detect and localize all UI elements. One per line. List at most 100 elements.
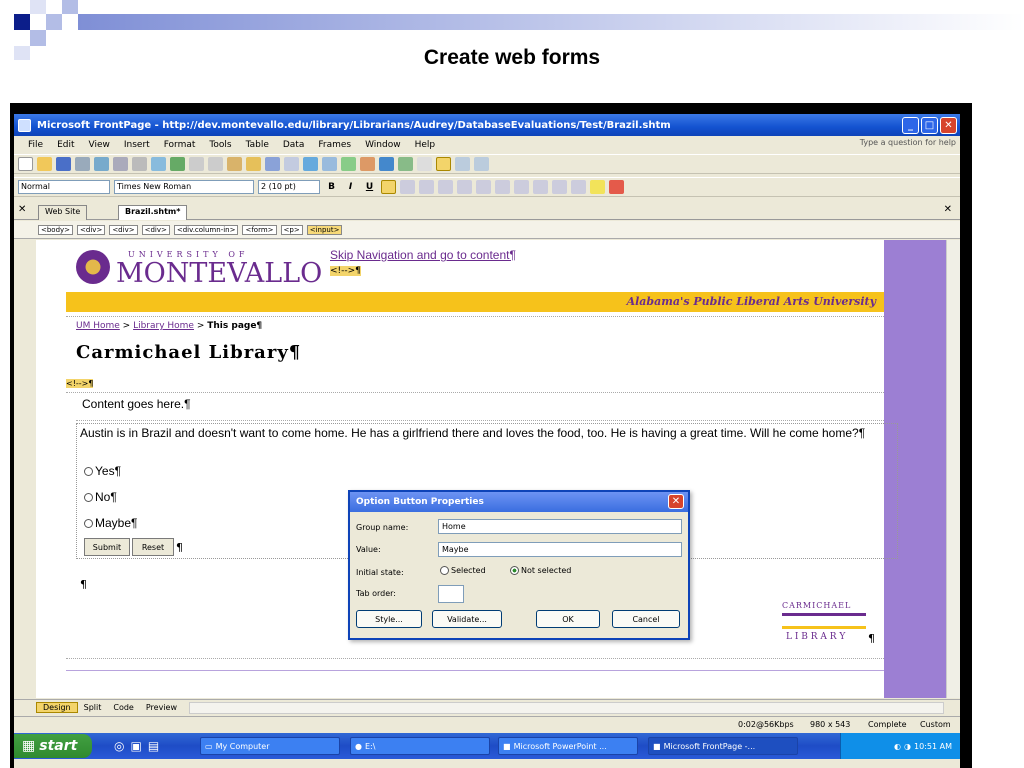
- menu-view[interactable]: View: [89, 140, 110, 150]
- tag-div[interactable]: <div>: [141, 224, 170, 235]
- help-icon[interactable]: [474, 157, 489, 171]
- highlight-color-icon[interactable]: [590, 180, 605, 194]
- align-right-icon[interactable]: [419, 180, 434, 194]
- ssi-include-tag[interactable]: <!-->¶: [66, 379, 94, 388]
- drawing-icon[interactable]: [360, 157, 375, 171]
- close-document-icon[interactable]: ✕: [944, 204, 952, 215]
- align-left-icon[interactable]: [381, 180, 396, 194]
- font-color-icon[interactable]: [609, 180, 624, 194]
- radio-yes-icon[interactable]: [84, 467, 93, 477]
- menu-edit[interactable]: Edit: [57, 140, 74, 150]
- submit-button[interactable]: Submit: [84, 538, 130, 556]
- insert-picture-icon[interactable]: [341, 157, 356, 171]
- ok-button[interactable]: OK: [536, 610, 600, 628]
- underline-button[interactable]: U: [362, 182, 377, 192]
- tag-input[interactable]: <input>: [306, 224, 343, 235]
- undo-icon[interactable]: [265, 157, 280, 171]
- menu-file[interactable]: File: [28, 140, 43, 150]
- design-view-button[interactable]: Design: [36, 702, 78, 713]
- maximize-button[interactable]: □: [921, 117, 938, 134]
- paste-icon[interactable]: [227, 157, 242, 171]
- close-button[interactable]: ✕: [940, 117, 957, 134]
- refresh-icon[interactable]: [398, 157, 413, 171]
- show-all-icon[interactable]: [436, 157, 451, 171]
- option-no[interactable]: No¶: [84, 490, 117, 504]
- menu-table[interactable]: Table: [246, 140, 269, 150]
- split-view-button[interactable]: Split: [78, 703, 108, 712]
- menu-tools[interactable]: Tools: [209, 140, 231, 150]
- preview-icon[interactable]: [151, 157, 166, 171]
- menu-help[interactable]: Help: [415, 140, 436, 150]
- radio-no-icon[interactable]: [84, 493, 93, 503]
- radio-checked-icon[interactable]: [510, 566, 519, 575]
- stop-icon[interactable]: [417, 157, 432, 171]
- style-select[interactable]: Normal: [18, 180, 110, 194]
- menu-window[interactable]: Window: [365, 140, 401, 150]
- quick-launch-desktop-icon[interactable]: ▣: [130, 739, 141, 753]
- format-painter-icon[interactable]: [246, 157, 261, 171]
- justify-icon[interactable]: [438, 180, 453, 194]
- decrease-font-icon[interactable]: [476, 180, 491, 194]
- italic-button[interactable]: I: [343, 182, 358, 192]
- borders-icon[interactable]: [571, 180, 586, 194]
- vertical-scrollbar[interactable]: [946, 240, 960, 698]
- cut-icon[interactable]: [189, 157, 204, 171]
- code-view-button[interactable]: Code: [107, 703, 139, 712]
- menu-frames[interactable]: Frames: [318, 140, 351, 150]
- tray-network-icon[interactable]: ◐: [894, 742, 901, 751]
- insert-table-icon[interactable]: [322, 157, 337, 171]
- tag-div[interactable]: <div>: [77, 224, 106, 235]
- font-size-select[interactable]: 2 (10 pt): [258, 180, 320, 194]
- radio-icon[interactable]: [440, 566, 449, 575]
- value-input[interactable]: Maybe: [438, 542, 682, 557]
- ssi-include-tag[interactable]: <!-->¶: [330, 266, 361, 276]
- minimize-button[interactable]: _: [902, 117, 919, 134]
- menu-data[interactable]: Data: [283, 140, 305, 150]
- skip-navigation-link[interactable]: Skip Navigation and go to content¶: [330, 248, 516, 262]
- open-folder-icon[interactable]: [37, 157, 52, 171]
- anchor-icon[interactable]: [455, 157, 470, 171]
- clock[interactable]: 10:51 AM: [914, 742, 952, 751]
- tab-order-input[interactable]: [438, 585, 464, 603]
- task-e-drive[interactable]: ● E:\: [350, 737, 490, 755]
- start-button[interactable]: ▦ start: [14, 734, 92, 758]
- breadcrumb-library-home[interactable]: Library Home: [133, 321, 194, 331]
- style-button[interactable]: Style...: [356, 610, 422, 628]
- help-question-box[interactable]: Type a question for help: [860, 138, 956, 147]
- insert-layer-icon[interactable]: [303, 157, 318, 171]
- copy-icon[interactable]: [208, 157, 223, 171]
- validate-button[interactable]: Validate...: [432, 610, 502, 628]
- tag-body[interactable]: <body>: [38, 224, 74, 235]
- close-pane-icon[interactable]: ✕: [18, 204, 26, 215]
- dialog-titlebar[interactable]: Option Button Properties ✕: [350, 492, 688, 512]
- radio-maybe-icon[interactable]: [84, 519, 93, 529]
- task-powerpoint[interactable]: ■ Microsoft PowerPoint ...: [498, 737, 638, 755]
- horizontal-scrollbar[interactable]: [189, 701, 944, 714]
- task-my-computer[interactable]: ▭ My Computer: [200, 737, 340, 755]
- toggle-pane-icon[interactable]: [113, 157, 128, 171]
- quick-launch-word-icon[interactable]: ▤: [148, 739, 159, 753]
- redo-icon[interactable]: [284, 157, 299, 171]
- dialog-close-icon[interactable]: ✕: [668, 494, 684, 509]
- state-not-selected-radio[interactable]: Not selected: [510, 566, 571, 575]
- group-name-input[interactable]: Home: [438, 519, 682, 534]
- numbering-icon[interactable]: [495, 180, 510, 194]
- state-selected-radio[interactable]: Selected: [440, 566, 486, 575]
- bold-button[interactable]: B: [324, 182, 339, 192]
- tag-p[interactable]: <p>: [280, 224, 303, 235]
- tab-brazil-shtm[interactable]: Brazil.shtm*: [118, 205, 188, 220]
- preview-view-button[interactable]: Preview: [140, 703, 183, 712]
- spelling-icon[interactable]: [170, 157, 185, 171]
- menu-insert[interactable]: Insert: [124, 140, 150, 150]
- decrease-indent-icon[interactable]: [533, 180, 548, 194]
- option-maybe[interactable]: Maybe¶: [84, 516, 137, 530]
- quick-launch-ie-icon[interactable]: ◎: [114, 739, 124, 753]
- tray-volume-icon[interactable]: ◑: [904, 742, 911, 751]
- menu-format[interactable]: Format: [164, 140, 196, 150]
- align-center-icon[interactable]: [400, 180, 415, 194]
- font-select[interactable]: Times New Roman: [114, 180, 254, 194]
- tag-div-column-in[interactable]: <div.column-in>: [173, 224, 239, 235]
- tag-div[interactable]: <div>: [109, 224, 138, 235]
- print-icon[interactable]: [132, 157, 147, 171]
- tag-form[interactable]: <form>: [242, 224, 277, 235]
